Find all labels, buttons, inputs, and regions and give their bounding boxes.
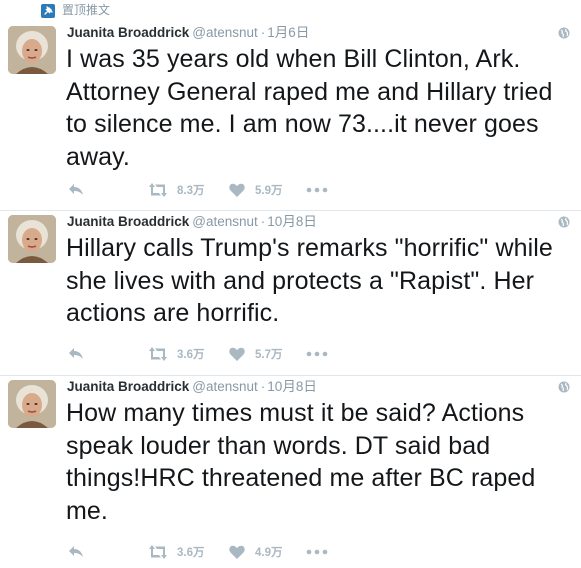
timestamp[interactable]: 10月8日: [267, 214, 317, 229]
tweet-actions: 3.6万 5.7万: [0, 346, 581, 364]
retweet-button[interactable]: 3.6万: [148, 544, 208, 562]
like-button[interactable]: 5.7万: [229, 346, 289, 364]
heart-icon: [229, 183, 245, 197]
reply-button[interactable]: [68, 544, 86, 562]
retweet-icon: [149, 347, 167, 361]
timestamp[interactable]: 1月6日: [267, 25, 309, 40]
tweet-text: How many times must it be said? Actions …: [66, 399, 536, 525]
globe-icon[interactable]: [558, 381, 570, 393]
tweet-header: Juanita Broaddrick @atensnut · 10月8日: [67, 378, 317, 396]
like-button[interactable]: 4.9万: [229, 544, 289, 562]
timeline: 置顶推文 Juanita Broaddrick @atensnut · 1月6日 I …: [0, 0, 581, 568]
author-name[interactable]: Juanita Broaddrick: [67, 25, 189, 40]
avatar-image: [8, 26, 56, 74]
globe-icon[interactable]: [558, 27, 570, 39]
like-count: 5.7万: [255, 349, 283, 361]
retweet-icon: [149, 545, 167, 559]
pinned-tweet-header: 置顶推文: [0, 0, 581, 22]
reply-button[interactable]: [68, 346, 86, 364]
separator-dot: ·: [260, 214, 266, 229]
tweet-header: Juanita Broaddrick @atensnut · 10月8日: [67, 213, 317, 231]
like-count: 4.9万: [255, 547, 283, 559]
avatar-image: [8, 380, 56, 428]
reply-button[interactable]: [68, 182, 86, 200]
author-name[interactable]: Juanita Broaddrick: [67, 379, 189, 394]
like-button[interactable]: 5.9万: [229, 182, 289, 200]
tweet-text: I was 35 years old when Bill Clinton, Ar…: [66, 45, 553, 171]
avatar-image: [8, 215, 56, 263]
avatar[interactable]: [8, 26, 56, 74]
more-button[interactable]: [306, 346, 328, 364]
more-dots-icon: [306, 549, 328, 555]
heart-icon: [229, 347, 245, 361]
author-handle[interactable]: @atensnut: [192, 25, 258, 40]
retweet-button[interactable]: 8.3万: [148, 182, 208, 200]
more-button[interactable]: [306, 544, 328, 562]
globe-icon[interactable]: [558, 216, 570, 228]
tweet[interactable]: Juanita Broaddrick @atensnut · 10月8日 How ma…: [0, 376, 581, 568]
tweet[interactable]: Juanita Broaddrick @atensnut · 1月6日 I was 3…: [0, 22, 581, 211]
tweet[interactable]: Juanita Broaddrick @atensnut · 10月8日 Hillar…: [0, 211, 581, 376]
tweet-actions: 3.6万 4.9万: [0, 544, 581, 562]
avatar[interactable]: [8, 380, 56, 428]
separator-dot: ·: [260, 25, 266, 40]
retweet-count: 8.3万: [177, 185, 205, 197]
pinned-label: 置顶推文: [62, 3, 111, 17]
retweet-count: 3.6万: [177, 349, 205, 361]
author-handle[interactable]: @atensnut: [192, 214, 258, 229]
author-name[interactable]: Juanita Broaddrick: [67, 214, 189, 229]
avatar[interactable]: [8, 215, 56, 263]
timestamp[interactable]: 10月8日: [267, 379, 317, 394]
more-dots-icon: [306, 187, 328, 193]
tweet-text: Hillary calls Trump's remarks "horrific"…: [66, 234, 553, 327]
reply-icon: [69, 348, 83, 359]
retweet-button[interactable]: 3.6万: [148, 346, 208, 364]
heart-icon: [229, 545, 245, 559]
separator-dot: ·: [260, 379, 266, 394]
author-handle[interactable]: @atensnut: [192, 379, 258, 394]
reply-icon: [69, 546, 83, 557]
retweet-icon: [149, 183, 167, 197]
more-dots-icon: [306, 351, 328, 357]
reply-icon: [69, 184, 83, 195]
like-count: 5.9万: [255, 185, 283, 197]
tweet-header: Juanita Broaddrick @atensnut · 1月6日: [67, 24, 309, 42]
more-button[interactable]: [306, 182, 328, 200]
pin-icon: [41, 4, 55, 18]
retweet-count: 3.6万: [177, 547, 205, 559]
tweet-actions: 8.3万 5.9万: [0, 182, 581, 200]
